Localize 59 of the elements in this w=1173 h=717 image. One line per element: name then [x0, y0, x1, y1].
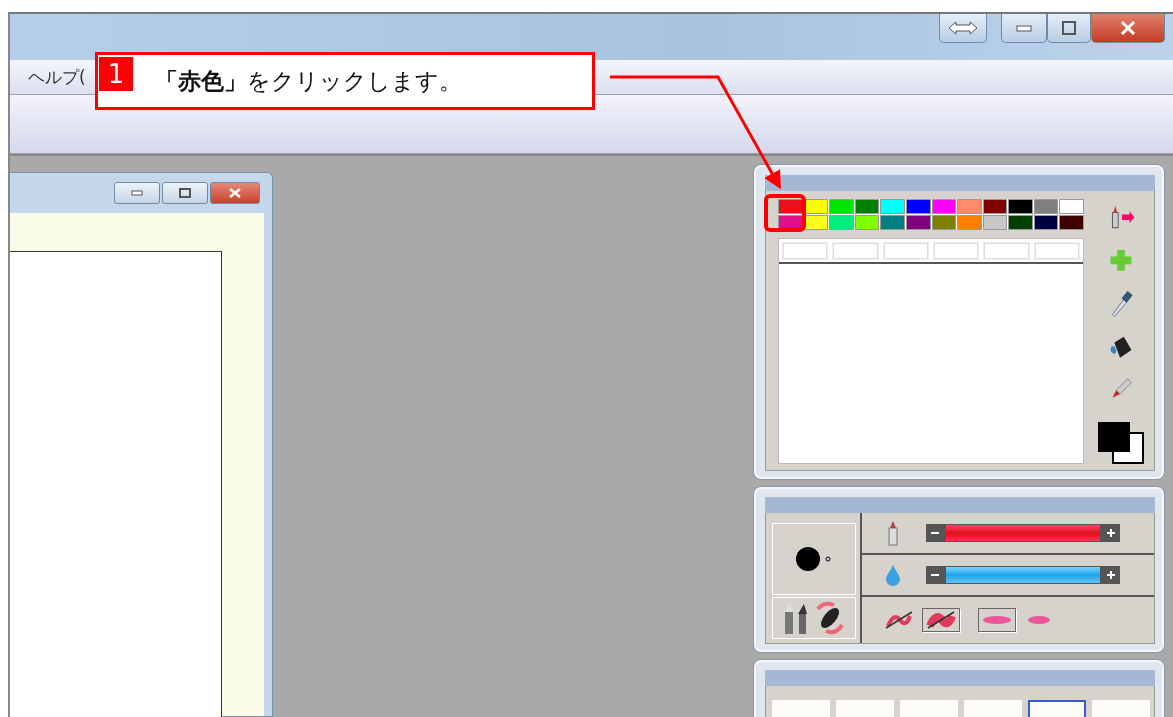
marker-icon: [887, 520, 899, 546]
maximize-button[interactable]: [1047, 14, 1091, 43]
minus-icon: [931, 532, 939, 534]
minus-icon: [931, 574, 939, 576]
color-swatch[interactable]: [854, 199, 880, 214]
close-icon: [229, 188, 241, 198]
double-arrow-icon: [948, 21, 978, 35]
maximize-button[interactable]: [162, 182, 208, 204]
plus-icon: [1107, 571, 1115, 579]
color-swatch[interactable]: [905, 215, 931, 230]
color-swatch[interactable]: [778, 199, 803, 214]
plus-icon: [1107, 529, 1115, 537]
maximize-icon: [179, 188, 191, 198]
color-swatch[interactable]: [957, 215, 982, 230]
color-swatch[interactable]: [931, 215, 957, 230]
ellipse-icon: [1027, 615, 1051, 625]
close-icon: [1120, 21, 1136, 35]
color-swatch[interactable]: [1033, 215, 1059, 230]
color-swatch[interactable]: [931, 199, 957, 214]
minimize-icon: [131, 190, 143, 196]
color-swatch[interactable]: [982, 215, 1008, 230]
tip-shape-button[interactable]: [978, 608, 1016, 632]
color-swatch[interactable]: [905, 199, 931, 214]
color-swatch[interactable]: [829, 215, 854, 230]
minus-button[interactable]: [926, 566, 944, 584]
stroke-style-button[interactable]: [922, 608, 960, 632]
color-swatch[interactable]: [829, 199, 854, 214]
resize-button[interactable]: [939, 14, 987, 43]
color-swatch[interactable]: [880, 199, 905, 214]
maximize-icon: [1062, 21, 1076, 35]
minus-button[interactable]: [926, 524, 944, 542]
instruction-text: 「赤色」をクリックします。: [155, 66, 462, 96]
color-swatch[interactable]: [1008, 215, 1033, 230]
minimize-button[interactable]: [1001, 14, 1047, 43]
brushes-icon[interactable]: [782, 602, 810, 634]
minimize-button[interactable]: [114, 182, 160, 204]
highlight-frame: [764, 194, 806, 232]
brush-stroke-icon: [926, 610, 956, 630]
minimize-icon: [1016, 24, 1032, 32]
color-swatch[interactable]: [982, 199, 1008, 214]
close-button[interactable]: [210, 182, 260, 204]
plus-button[interactable]: [1102, 524, 1120, 542]
color-swatch[interactable]: [880, 215, 905, 230]
close-button[interactable]: [1091, 14, 1165, 43]
color-swatch[interactable]: [957, 199, 982, 214]
brush-stroke-icon: [884, 610, 914, 630]
menu-item[interactable]: ヘルプ(: [28, 65, 86, 89]
ellipse-icon: [982, 615, 1012, 625]
dot-icon: [795, 545, 833, 573]
color-swatch[interactable]: [1059, 199, 1084, 214]
step-number: 1: [99, 57, 133, 91]
color-swatch[interactable]: [1059, 215, 1084, 230]
swap-icon[interactable]: [814, 601, 846, 635]
color-swatch[interactable]: [854, 215, 880, 230]
color-swatch[interactable]: [1008, 199, 1033, 214]
plus-button[interactable]: [1102, 566, 1120, 584]
color-selector-icon[interactable]: [1098, 422, 1144, 464]
water-drop-icon: [885, 564, 901, 586]
color-swatch[interactable]: [1033, 199, 1059, 214]
